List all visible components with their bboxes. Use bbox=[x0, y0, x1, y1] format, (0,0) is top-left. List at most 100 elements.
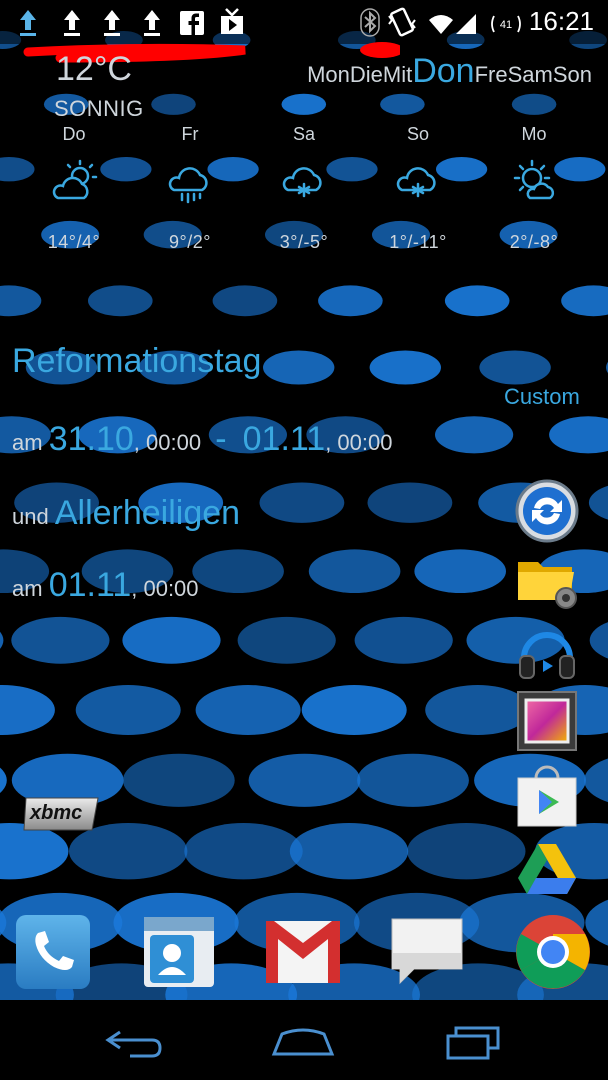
wallpaper-dot bbox=[549, 416, 608, 454]
start-time: , 00:00 bbox=[133, 430, 202, 455]
upload-icon[interactable] bbox=[58, 6, 86, 38]
contacts-icon[interactable] bbox=[140, 913, 218, 991]
wallpaper-dot bbox=[184, 823, 303, 880]
week-day[interactable]: Son bbox=[553, 62, 592, 88]
home-icon[interactable] bbox=[258, 1018, 348, 1062]
rain-cloud-icon bbox=[168, 167, 208, 204]
xbmc-app-icon[interactable]: xbmc bbox=[22, 796, 100, 832]
forecast-day-name: So bbox=[406, 124, 430, 144]
wallpaper-dot bbox=[289, 823, 409, 880]
week-day[interactable]: Sam bbox=[508, 62, 553, 88]
week-day[interactable]: Mit bbox=[383, 62, 412, 88]
wallpaper-dot bbox=[367, 482, 453, 523]
wallpaper-dot bbox=[281, 93, 327, 115]
wifi-icon bbox=[429, 15, 453, 34]
event2-time: , 00:00 bbox=[131, 576, 199, 601]
week-days-row[interactable]: Mon Die Mit Don Fre Sam Son bbox=[307, 52, 592, 91]
current-temperature: 12°C bbox=[56, 54, 132, 84]
wallpaper-dot bbox=[308, 549, 401, 593]
event2-date-value: 01.11 bbox=[48, 566, 132, 604]
event2-date: am 01.11, 00:00 bbox=[12, 566, 199, 605]
custom-label[interactable]: Custom bbox=[504, 384, 580, 410]
battery-icon: 41 bbox=[491, 15, 521, 33]
wallpaper-dot bbox=[589, 622, 608, 659]
recent-apps-icon[interactable] bbox=[426, 1018, 516, 1062]
forecast-temp: 1°/-11° bbox=[389, 232, 447, 252]
forecast-day[interactable]: Fr 9°/2° bbox=[140, 124, 240, 253]
vibrate-icon bbox=[388, 7, 416, 37]
wallpaper-dot bbox=[369, 350, 441, 385]
bluetooth-icon bbox=[360, 8, 380, 37]
week-day[interactable]: Die bbox=[350, 62, 383, 88]
navigation-bar bbox=[0, 1000, 608, 1080]
event-date-range: am 31.10, 00:00 - 01.11, 00:00 bbox=[12, 420, 392, 459]
chrome-icon[interactable] bbox=[514, 913, 592, 991]
file-manager-icon[interactable] bbox=[514, 548, 580, 610]
event2-title: Allerheiligen bbox=[54, 494, 241, 532]
play-store-icon[interactable] bbox=[514, 762, 580, 830]
wallpaper-dot bbox=[0, 631, 4, 649]
wallpaper-dot bbox=[122, 616, 221, 664]
youtube-icon[interactable] bbox=[218, 6, 246, 38]
wallpaper-dot bbox=[444, 285, 510, 317]
week-day[interactable]: Fre bbox=[475, 62, 508, 88]
drive-icon[interactable] bbox=[514, 838, 580, 902]
end-time: , 00:00 bbox=[325, 430, 393, 455]
upload-icon[interactable] bbox=[14, 6, 42, 38]
back-icon[interactable] bbox=[90, 1018, 180, 1062]
wallpaper-dot bbox=[511, 93, 557, 115]
forecast-day-name: Mo bbox=[521, 124, 547, 144]
wallpaper-dot bbox=[263, 350, 335, 385]
messaging-icon[interactable] bbox=[388, 913, 466, 991]
status-bar: 41 16:21 bbox=[0, 0, 608, 44]
wallpaper-dot bbox=[318, 285, 383, 317]
week-day[interactable]: Mon bbox=[307, 62, 350, 88]
snow-cloud-icon bbox=[282, 167, 322, 198]
wallpaper-dot bbox=[0, 685, 55, 735]
wallpaper-dot bbox=[248, 753, 361, 807]
week-day-active[interactable]: Don bbox=[412, 52, 474, 91]
weather-condition: SONNIG bbox=[54, 96, 144, 121]
wallpaper-dot bbox=[237, 616, 336, 664]
wallpaper-dot bbox=[301, 685, 407, 735]
wallpaper-dot bbox=[354, 616, 453, 664]
wallpaper-dot bbox=[407, 823, 526, 880]
wallpaper-dot bbox=[151, 93, 196, 115]
upload-icon[interactable] bbox=[138, 6, 166, 38]
start-date: 31.10 bbox=[48, 420, 134, 458]
wallpaper-dot bbox=[212, 285, 278, 317]
sync-icon[interactable] bbox=[514, 478, 580, 544]
forecast-day-name: Do bbox=[62, 124, 86, 144]
event2-heading[interactable]: und Allerheiligen bbox=[12, 494, 240, 533]
wallpaper-dot bbox=[0, 767, 7, 793]
wallpaper-dot bbox=[357, 753, 469, 807]
event2-prefix: und bbox=[12, 504, 49, 529]
wallpaper-dot bbox=[259, 482, 345, 523]
partly-sunny-icon bbox=[513, 159, 555, 200]
phone-icon[interactable] bbox=[14, 913, 92, 991]
snow-cloud-icon bbox=[396, 167, 436, 198]
wallpaper-dot bbox=[588, 485, 608, 520]
partly-cloudy-icon bbox=[52, 159, 98, 200]
forecast-temp: 2°/-8° bbox=[509, 232, 559, 252]
forecast-day[interactable]: Do 14°/4° bbox=[24, 124, 124, 253]
forecast-day[interactable]: Sa 3°/-5° bbox=[254, 124, 354, 253]
play-music-icon[interactable] bbox=[514, 620, 580, 686]
forecast-temp: 14°/4° bbox=[47, 232, 101, 252]
signal-icon bbox=[456, 14, 476, 34]
clock: 16:21 bbox=[528, 6, 594, 36]
end-date: 01.11 bbox=[242, 420, 326, 458]
event-title[interactable]: Reformationstag bbox=[12, 342, 261, 381]
wallpaper-dot bbox=[584, 758, 608, 803]
upload-icon[interactable] bbox=[98, 6, 126, 38]
range-separator: - bbox=[215, 420, 227, 458]
forecast-day[interactable]: Mo 2°/-8° bbox=[484, 124, 584, 253]
facebook-icon[interactable] bbox=[178, 6, 206, 38]
wallpaper-dot bbox=[75, 685, 181, 735]
wallpaper-dot bbox=[0, 285, 42, 317]
gallery-icon[interactable] bbox=[514, 690, 580, 754]
gmail-icon[interactable] bbox=[264, 913, 342, 991]
forecast-day[interactable]: So 1°/-11° bbox=[368, 124, 468, 253]
wallpaper-dot bbox=[195, 685, 301, 735]
forecast-temp: 9°/2° bbox=[169, 232, 211, 252]
